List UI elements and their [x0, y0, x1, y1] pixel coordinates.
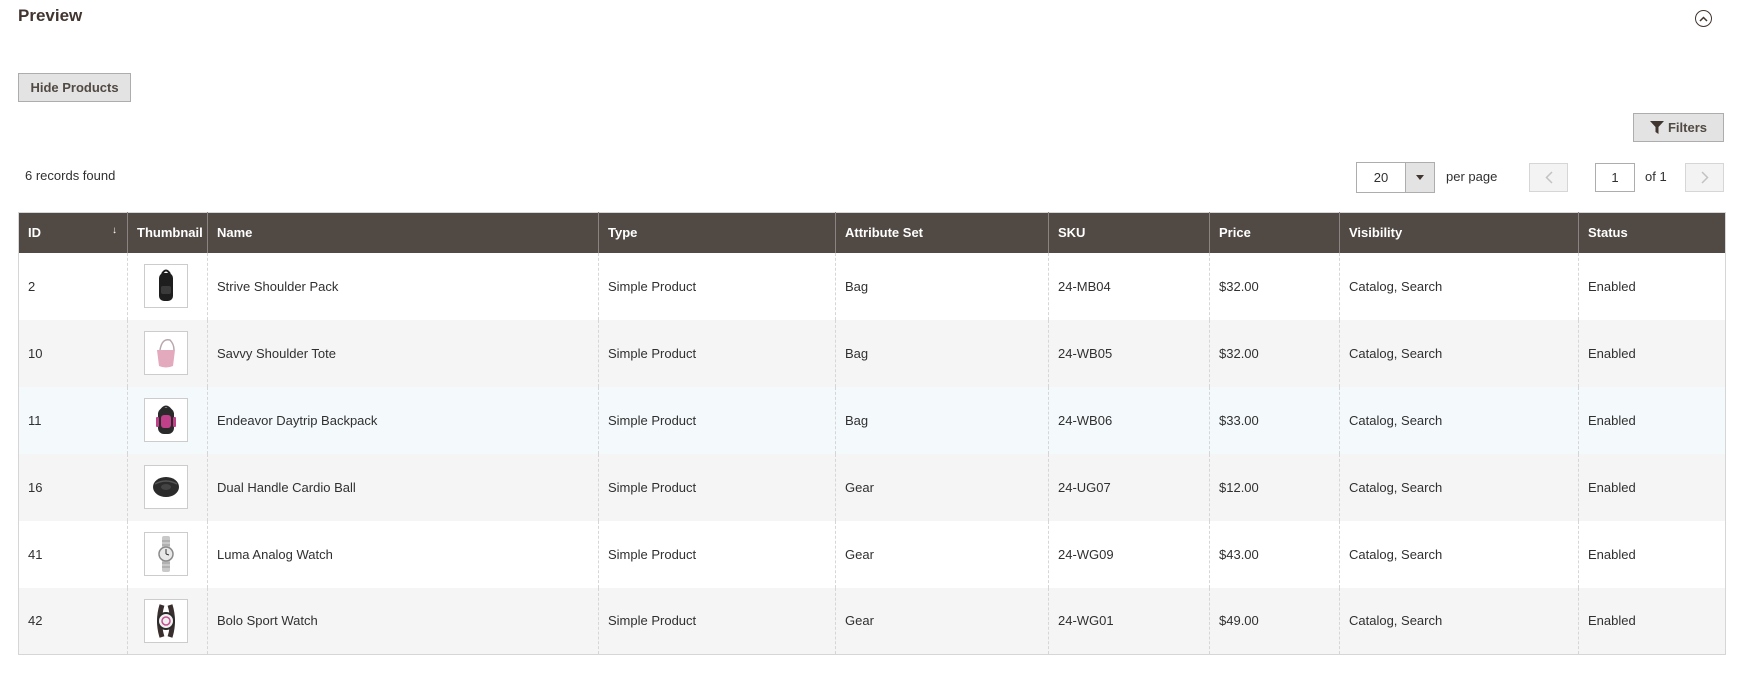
- cell-type: Simple Product: [598, 520, 836, 588]
- watch-silver-icon: [144, 532, 188, 576]
- cell-type: Simple Product: [598, 386, 836, 454]
- cell-price: $49.00: [1209, 587, 1340, 655]
- products-grid: ID ↓ Thumbnail Name Type Attribute Set S…: [18, 212, 1726, 655]
- cell-sku: 24-WB05: [1048, 319, 1210, 387]
- cell-status: Enabled: [1578, 587, 1726, 655]
- filter-icon: [1649, 121, 1664, 134]
- current-page-input[interactable]: 1: [1595, 163, 1635, 192]
- cell-price: $33.00: [1209, 386, 1340, 454]
- sort-arrow-icon: ↓: [112, 225, 117, 236]
- column-header-attribute-set[interactable]: Attribute Set: [835, 212, 1049, 253]
- watch-sport-icon: [144, 598, 188, 643]
- cell-type: Simple Product: [598, 252, 836, 320]
- cell-sku: 24-WG01: [1048, 587, 1210, 655]
- cell-id: 10: [18, 319, 128, 387]
- cell-attribute-set: Bag: [835, 252, 1049, 320]
- cell-visibility: Catalog, Search: [1339, 453, 1579, 521]
- per-page-toggle[interactable]: [1405, 163, 1434, 192]
- cell-status: Enabled: [1578, 319, 1726, 387]
- cell-attribute-set: Gear: [835, 520, 1049, 588]
- cell-price: $12.00: [1209, 453, 1340, 521]
- cell-attribute-set: Gear: [835, 587, 1049, 655]
- column-header-price[interactable]: Price: [1209, 212, 1340, 253]
- tote-pink-icon: [144, 331, 188, 375]
- per-page-label: per page: [1446, 169, 1498, 184]
- cell-visibility: Catalog, Search: [1339, 587, 1579, 655]
- cell-price: $32.00: [1209, 319, 1340, 387]
- grid-header-row: ID ↓ Thumbnail Name Type Attribute Set S…: [18, 212, 1726, 253]
- column-header-id[interactable]: ID ↓: [18, 212, 128, 253]
- cell-visibility: Catalog, Search: [1339, 520, 1579, 588]
- table-row[interactable]: 42 Bolo Sport Watch Simple Product Gear …: [18, 587, 1726, 655]
- table-row[interactable]: 16 Dual Handle Cardio Ball Simple Produc…: [18, 453, 1726, 521]
- cell-price: $43.00: [1209, 520, 1340, 588]
- cell-name: Luma Analog Watch: [207, 520, 599, 588]
- cell-name: Strive Shoulder Pack: [207, 252, 599, 320]
- cell-id: 16: [18, 453, 128, 521]
- chevron-up-icon: [1699, 15, 1708, 22]
- cell-status: Enabled: [1578, 386, 1726, 454]
- cell-sku: 24-WG09: [1048, 520, 1210, 588]
- cell-type: Simple Product: [598, 587, 836, 655]
- cell-sku: 24-WB06: [1048, 386, 1210, 454]
- column-header-type[interactable]: Type: [598, 212, 836, 253]
- filters-label: Filters: [1667, 120, 1707, 135]
- cell-attribute-set: Bag: [835, 386, 1049, 454]
- cardio-ball-icon: [144, 465, 188, 509]
- cell-name: Bolo Sport Watch: [207, 587, 599, 655]
- chevron-right-icon: [1700, 171, 1709, 184]
- cell-type: Simple Product: [598, 453, 836, 521]
- per-page-select[interactable]: 20: [1356, 162, 1435, 193]
- previous-page-button[interactable]: [1529, 163, 1568, 192]
- cell-id: 11: [18, 386, 128, 454]
- cell-visibility: Catalog, Search: [1339, 386, 1579, 454]
- column-header-sku[interactable]: SKU: [1048, 212, 1210, 253]
- cell-attribute-set: Gear: [835, 453, 1049, 521]
- cell-price: $32.00: [1209, 252, 1340, 320]
- cell-id: 41: [18, 520, 128, 588]
- column-header-thumbnail: Thumbnail: [127, 212, 208, 253]
- table-row[interactable]: 10 Savvy Shoulder Tote Simple Product Ba…: [18, 319, 1726, 387]
- next-page-button[interactable]: [1685, 163, 1724, 192]
- caret-down-icon: [1416, 175, 1424, 180]
- records-found: 6 records found: [25, 168, 116, 183]
- backpack-pink-icon: [144, 398, 188, 442]
- cell-status: Enabled: [1578, 252, 1726, 320]
- section-title: Preview: [18, 6, 83, 25]
- collapse-button[interactable]: [1695, 10, 1712, 27]
- cell-type: Simple Product: [598, 319, 836, 387]
- column-header-status[interactable]: Status: [1578, 212, 1726, 253]
- cell-attribute-set: Bag: [835, 319, 1049, 387]
- cell-name: Endeavor Daytrip Backpack: [207, 386, 599, 454]
- cell-sku: 24-UG07: [1048, 453, 1210, 521]
- table-row[interactable]: 2 Strive Shoulder Pack Simple Product Ba…: [18, 252, 1726, 320]
- cell-status: Enabled: [1578, 453, 1726, 521]
- filters-button[interactable]: Filters: [1633, 113, 1724, 142]
- cell-name: Savvy Shoulder Tote: [207, 319, 599, 387]
- column-header-visibility[interactable]: Visibility: [1339, 212, 1579, 253]
- table-row[interactable]: 41 Luma Analog Watch Simple Product Gear…: [18, 520, 1726, 588]
- cell-sku: 24-MB04: [1048, 252, 1210, 320]
- cell-id: 2: [18, 252, 128, 320]
- per-page-value: 20: [1373, 170, 1389, 185]
- table-row[interactable]: 11 Endeavor Daytrip Backpack Simple Prod…: [18, 386, 1726, 454]
- column-header-name[interactable]: Name: [207, 212, 599, 253]
- hide-products-button[interactable]: Hide Products: [18, 73, 131, 102]
- cell-id: 42: [18, 587, 128, 655]
- cell-visibility: Catalog, Search: [1339, 252, 1579, 320]
- cell-name: Dual Handle Cardio Ball: [207, 453, 599, 521]
- backpack-black-icon: [144, 264, 188, 308]
- total-pages-label: of 1: [1645, 169, 1667, 184]
- chevron-left-icon: [1544, 171, 1553, 184]
- cell-status: Enabled: [1578, 520, 1726, 588]
- cell-visibility: Catalog, Search: [1339, 319, 1579, 387]
